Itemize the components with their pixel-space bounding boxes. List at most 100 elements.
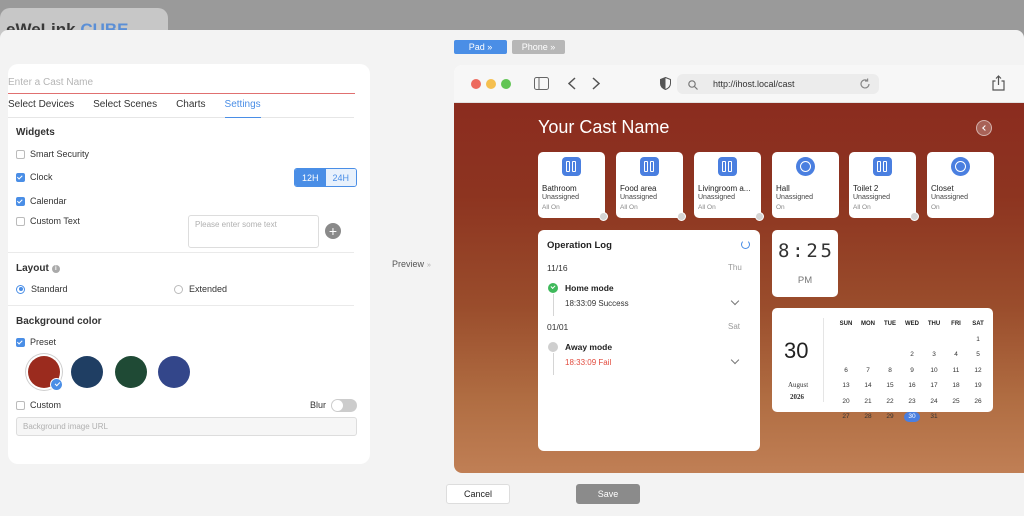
chevron-down-icon[interactable] xyxy=(730,296,740,306)
smart-security-checkbox[interactable] xyxy=(16,149,25,159)
calendar-date[interactable]: 2 xyxy=(901,351,923,358)
zoom-dot-icon xyxy=(501,79,511,89)
calendar-date[interactable]: 16 xyxy=(901,382,923,389)
color-swatch-blue[interactable] xyxy=(158,356,190,388)
badge-icon xyxy=(599,212,608,221)
preset-option[interactable]: Preset xyxy=(16,337,56,347)
clock-24h-button[interactable]: 24H xyxy=(325,169,356,186)
tab-select-devices[interactable]: Select Devices xyxy=(8,98,74,118)
preview-label: Preview» xyxy=(392,259,431,269)
calendar-date[interactable]: 4 xyxy=(945,351,967,358)
device-card[interactable]: Bathroom Unassigned All On xyxy=(538,152,608,221)
calendar-date[interactable]: 13 xyxy=(835,382,857,389)
tab-settings[interactable]: Settings xyxy=(224,98,261,118)
custom-text-option[interactable]: Custom Text xyxy=(16,216,80,226)
blur-toggle[interactable] xyxy=(331,399,357,412)
calendar-date[interactable]: 20 xyxy=(835,398,857,405)
calendar-checkbox[interactable] xyxy=(16,196,25,206)
color-swatch-green[interactable] xyxy=(115,356,147,388)
calendar-date[interactable]: 21 xyxy=(857,398,879,405)
device-substatus: On xyxy=(776,204,785,211)
calendar-date[interactable]: 5 xyxy=(967,351,989,358)
refresh-icon[interactable] xyxy=(741,240,750,249)
extended-radio[interactable] xyxy=(174,284,183,294)
custom-label: Custom xyxy=(30,400,62,410)
calendar-date[interactable]: 23 xyxy=(901,398,923,405)
layout-extended-option[interactable]: Extended xyxy=(174,284,227,294)
chevron-right-icon: » xyxy=(427,262,431,269)
clock-time: 8:25 xyxy=(778,240,832,262)
badge-icon xyxy=(910,212,919,221)
log-day-of-week: Thu xyxy=(728,263,742,272)
custom-option[interactable]: Custom xyxy=(16,400,61,410)
calendar-weekday: SAT xyxy=(972,320,984,327)
calendar-widget: 30 August 2026 SUN MON TUE WED THU FRI SAT 1 2 3 4… xyxy=(772,308,993,422)
custom-text-input[interactable]: Please enter some text xyxy=(188,215,319,248)
calendar-date[interactable]: 15 xyxy=(879,382,901,389)
device-phone-button[interactable]: Phone » xyxy=(512,40,565,54)
switch-icon xyxy=(562,157,581,176)
calendar-date[interactable]: 28 xyxy=(857,413,879,420)
preset-checkbox[interactable] xyxy=(16,337,25,347)
custom-checkbox[interactable] xyxy=(16,400,25,410)
device-substatus: On xyxy=(931,204,940,211)
smart-security-option[interactable]: Smart Security xyxy=(16,149,89,159)
calendar-date[interactable]: 30 xyxy=(901,411,923,422)
clock-12h-button[interactable]: 12H xyxy=(295,169,326,186)
operation-log-card: Operation Log 11/16 Thu Home mode 18:33:… xyxy=(538,230,760,451)
calendar-date[interactable]: 24 xyxy=(923,398,945,405)
device-card[interactable]: Livingroom a... Unassigned All On xyxy=(694,152,764,221)
timeline-line xyxy=(553,294,554,316)
calendar-label: Calendar xyxy=(30,196,67,206)
calendar-date[interactable]: 7 xyxy=(857,367,879,374)
calendar-date[interactable]: 25 xyxy=(945,398,967,405)
standard-radio[interactable] xyxy=(16,284,25,294)
calendar-date[interactable]: 26 xyxy=(967,398,989,405)
calendar-date[interactable]: 8 xyxy=(879,367,901,374)
back-circle-icon[interactable] xyxy=(976,120,992,136)
device-card[interactable]: Toilet 2 Unassigned All On xyxy=(849,152,919,221)
calendar-date[interactable]: 14 xyxy=(857,382,879,389)
calendar-date[interactable]: 29 xyxy=(879,413,901,420)
calendar-date[interactable]: 6 xyxy=(835,367,857,374)
calendar-date[interactable]: 12 xyxy=(967,367,989,374)
calendar-date[interactable]: 31 xyxy=(923,413,945,420)
calendar-date[interactable]: 1 xyxy=(967,336,989,343)
address-bar[interactable]: http://ihost.local/cast xyxy=(677,74,879,94)
calendar-date[interactable]: 9 xyxy=(901,367,923,374)
calendar-grid: SUN MON TUE WED THU FRI SAT 1 2 3 4 5 6 7 8 9 10 11 12 13 14… xyxy=(835,316,989,425)
color-swatch-navy[interactable] xyxy=(71,356,103,388)
device-pad-button[interactable]: Pad » xyxy=(454,40,507,54)
calendar-date[interactable]: 3 xyxy=(923,351,945,358)
device-card[interactable]: Closet Unassigned On xyxy=(927,152,994,218)
device-card[interactable]: Food area Unassigned All On xyxy=(616,152,686,221)
calendar-date[interactable]: 10 xyxy=(923,367,945,374)
background-url-input[interactable]: Background image URL xyxy=(16,417,357,436)
device-card[interactable]: Hall Unassigned On xyxy=(772,152,839,218)
device-status: Unassigned xyxy=(698,194,735,201)
calendar-option[interactable]: Calendar xyxy=(16,196,67,206)
calendar-date[interactable]: 27 xyxy=(835,413,857,420)
device-name: Bathroom xyxy=(542,184,577,193)
calendar-date[interactable]: 11 xyxy=(945,367,967,374)
cast-editor-modal: Select Devices Select Scenes Charts Sett… xyxy=(0,30,1024,516)
calendar-date[interactable]: 18 xyxy=(945,382,967,389)
add-text-button[interactable]: + xyxy=(325,223,341,239)
save-button[interactable]: Save xyxy=(576,484,640,504)
chevron-down-icon[interactable] xyxy=(730,355,740,365)
tab-select-scenes[interactable]: Select Scenes xyxy=(93,98,157,118)
cast-name-input[interactable] xyxy=(8,72,355,94)
color-swatch-red[interactable] xyxy=(28,356,63,391)
calendar-date[interactable]: 22 xyxy=(879,398,901,405)
layout-standard-option[interactable]: Standard xyxy=(16,284,68,294)
clock-checkbox[interactable] xyxy=(16,172,25,182)
calendar-date[interactable]: 17 xyxy=(923,382,945,389)
custom-text-checkbox[interactable] xyxy=(16,216,25,226)
calendar-date[interactable]: 19 xyxy=(967,382,989,389)
clock-option[interactable]: Clock xyxy=(16,172,53,182)
device-status: Unassigned xyxy=(853,194,890,201)
back-arrow-icon xyxy=(568,77,576,90)
tab-charts[interactable]: Charts xyxy=(176,98,205,118)
info-icon[interactable]: i xyxy=(51,265,60,273)
cancel-button[interactable]: Cancel xyxy=(446,484,510,504)
